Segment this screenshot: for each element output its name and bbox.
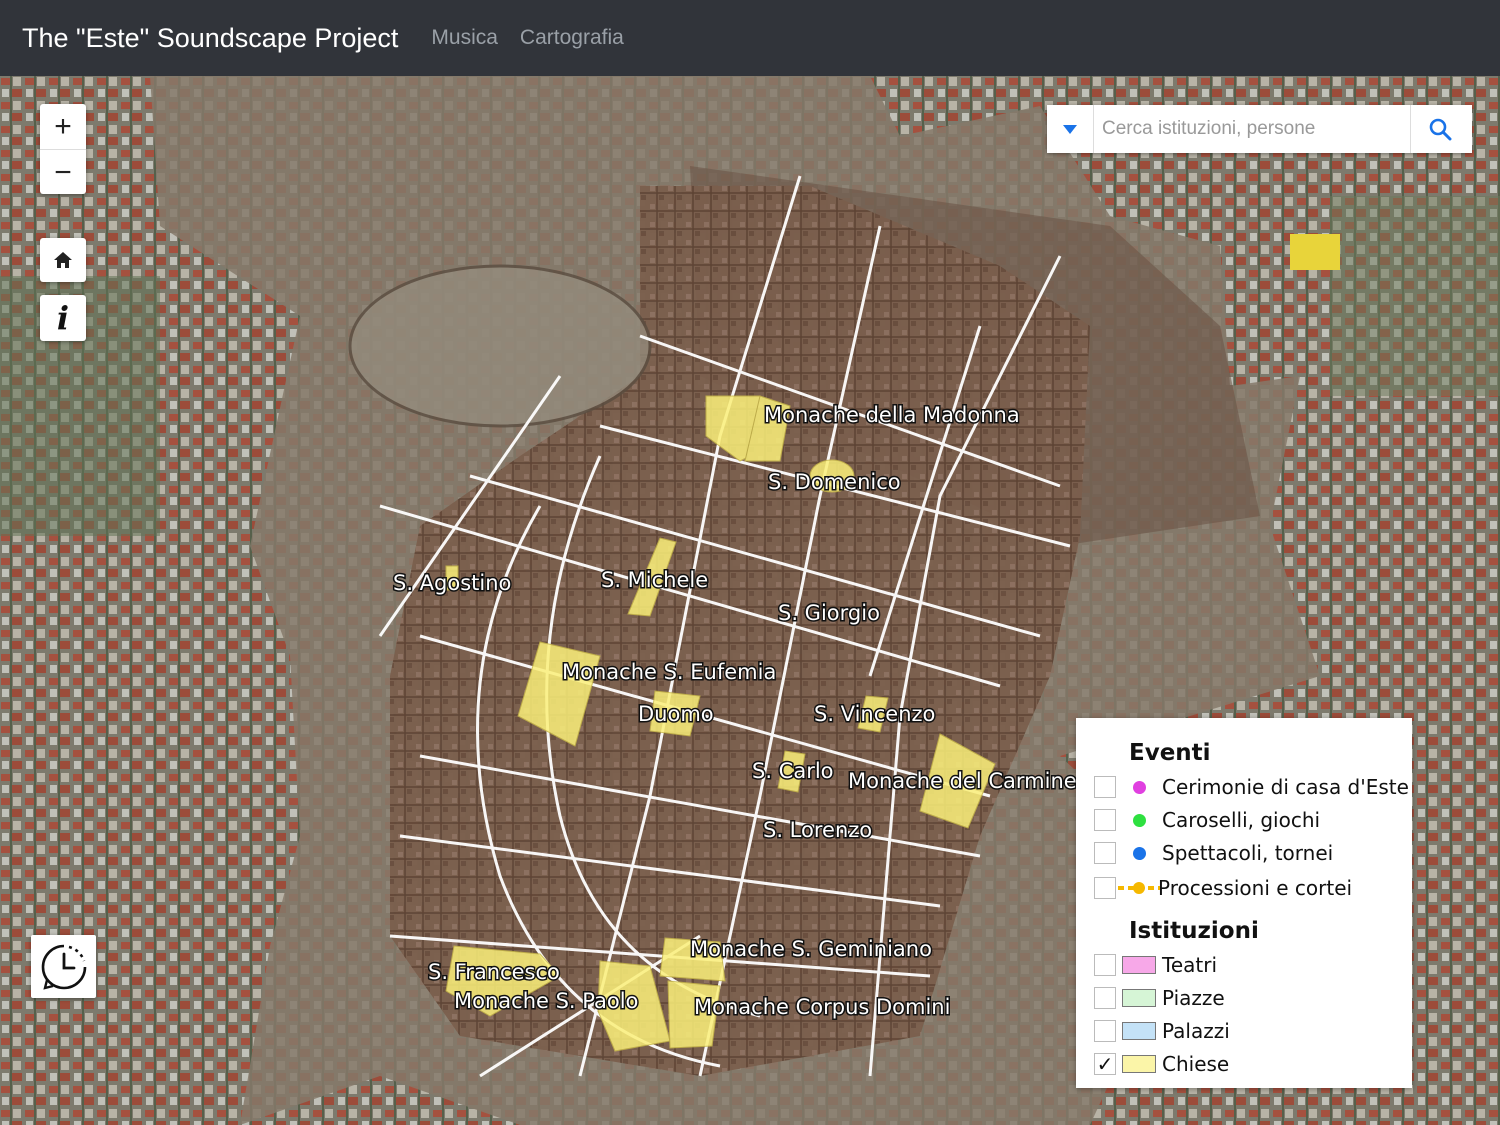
legend-row-spettacoli[interactable]: Spettacoli, tornei <box>1094 839 1404 867</box>
search-box <box>1047 105 1472 153</box>
zoom-out-button[interactable]: − <box>40 149 86 195</box>
legend-symbol <box>1116 806 1162 834</box>
legend-symbol <box>1116 984 1162 1012</box>
map-label-monache-corpus-domini[interactable]: Monache Corpus Domini <box>693 994 952 1021</box>
nav-link-cartografia[interactable]: Cartografia <box>520 26 624 50</box>
nav-link-musica[interactable]: Musica <box>431 26 498 50</box>
legend-checkbox-caroselli[interactable] <box>1094 809 1116 831</box>
legend-checkbox-palazzi[interactable] <box>1094 1020 1116 1042</box>
map-label-monache-del-carmine[interactable]: Monache del Carmine <box>847 768 1079 795</box>
legend-checkbox-chiese[interactable]: ✓ <box>1094 1052 1116 1076</box>
legend-checkbox-processioni[interactable] <box>1094 877 1116 899</box>
layer-legend: Eventi Cerimonie di casa d'Este Carosell… <box>1076 718 1412 1088</box>
zoom-in-button[interactable]: + <box>40 104 86 149</box>
zoom-control: + − <box>40 104 86 194</box>
legend-row-processioni[interactable]: Processioni e cortei <box>1094 874 1404 902</box>
legend-row-chiese[interactable]: ✓ Chiese <box>1094 1050 1404 1078</box>
map-label-duomo[interactable]: Duomo <box>637 701 716 728</box>
legend-row-palazzi[interactable]: Palazzi <box>1094 1017 1404 1045</box>
legend-checkbox-cerimonie[interactable] <box>1094 776 1116 798</box>
legend-symbol <box>1116 1050 1162 1078</box>
map-label-monache-s-eufemia[interactable]: Monache S. Eufemia <box>561 659 778 686</box>
search-input[interactable] <box>1094 118 1410 140</box>
legend-symbol <box>1116 951 1162 979</box>
legend-symbol <box>1116 1017 1162 1045</box>
info-icon: i <box>56 299 70 337</box>
legend-symbol <box>1116 773 1162 801</box>
legend-row-piazze[interactable]: Piazze <box>1094 984 1404 1012</box>
legend-label: Teatri <box>1162 953 1217 977</box>
legend-heading-eventi: Eventi <box>1129 740 1211 766</box>
search-button[interactable] <box>1410 105 1469 153</box>
legend-label: Piazze <box>1162 986 1225 1010</box>
map-label-s-vincenzo[interactable]: S. Vincenzo <box>813 701 937 728</box>
legend-heading-istituzioni: Istituzioni <box>1129 918 1259 944</box>
map-label-s-lorenzo[interactable]: S. Lorenzo <box>762 817 874 844</box>
map-label-s-domenico[interactable]: S. Domenico <box>767 469 903 496</box>
legend-label: Chiese <box>1162 1052 1230 1076</box>
legend-label: Cerimonie di casa d'Este <box>1162 775 1409 799</box>
legend-checkbox-piazze[interactable] <box>1094 987 1116 1009</box>
legend-label: Processioni e cortei <box>1158 876 1353 900</box>
legend-row-teatri[interactable]: Teatri <box>1094 951 1404 979</box>
map-label-s-francesco[interactable]: S. Francesco <box>427 959 562 986</box>
legend-row-caroselli[interactable]: Caroselli, giochi <box>1094 806 1404 834</box>
info-button[interactable]: i <box>40 295 86 341</box>
timeline-button[interactable] <box>31 935 96 998</box>
legend-symbol <box>1116 839 1162 867</box>
map-label-monache-della-madonna[interactable]: Monache della Madonna <box>763 402 1022 429</box>
clock-history-icon <box>41 944 86 990</box>
legend-label: Spettacoli, tornei <box>1162 841 1334 865</box>
legend-row-cerimonie[interactable]: Cerimonie di casa d'Este <box>1094 773 1409 801</box>
dashed-route-icon <box>1118 882 1160 894</box>
legend-label: Palazzi <box>1162 1019 1230 1043</box>
home-button[interactable] <box>40 238 86 282</box>
legend-symbol <box>1116 874 1162 902</box>
map-label-s-carlo[interactable]: S. Carlo <box>751 758 836 785</box>
search-category-dropdown[interactable] <box>1047 105 1094 153</box>
map-label-s-michele[interactable]: S. Michele <box>600 567 710 594</box>
top-navbar: The "Este" Soundscape Project Musica Car… <box>0 0 1500 76</box>
legend-label: Caroselli, giochi <box>1162 808 1321 832</box>
legend-checkbox-spettacoli[interactable] <box>1094 842 1116 864</box>
brand-title[interactable]: The "Este" Soundscape Project <box>22 23 398 54</box>
map-label-s-giorgio[interactable]: S. Giorgio <box>777 600 882 627</box>
search-icon <box>1429 118 1452 141</box>
home-icon <box>54 252 72 268</box>
caret-down-icon <box>1063 124 1077 134</box>
legend-checkbox-teatri[interactable] <box>1094 954 1116 976</box>
map-label-monache-s-paolo[interactable]: Monache S. Paolo <box>453 988 640 1015</box>
map-label-monache-s-geminiano[interactable]: Monache S. Geminiano <box>689 936 934 963</box>
map-label-s-agostino[interactable]: S. Agostino <box>392 570 513 597</box>
